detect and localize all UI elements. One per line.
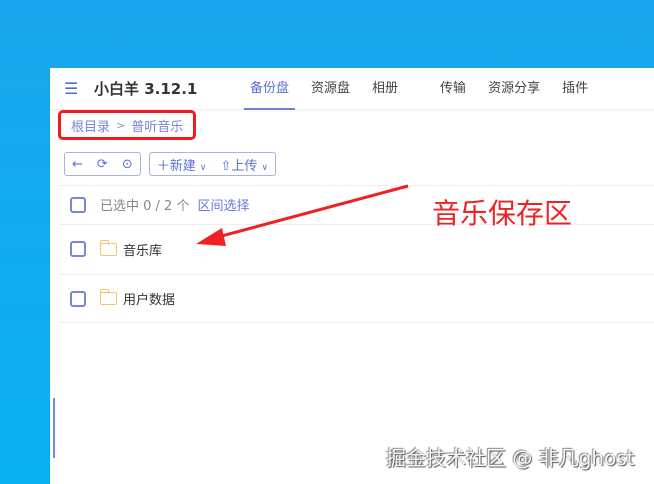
annotation-arrow: [196, 184, 409, 246]
annotation-text: 音乐保存区: [432, 197, 573, 230]
watermark: 掘金技术社区 @ 非凡ghost: [386, 446, 635, 470]
